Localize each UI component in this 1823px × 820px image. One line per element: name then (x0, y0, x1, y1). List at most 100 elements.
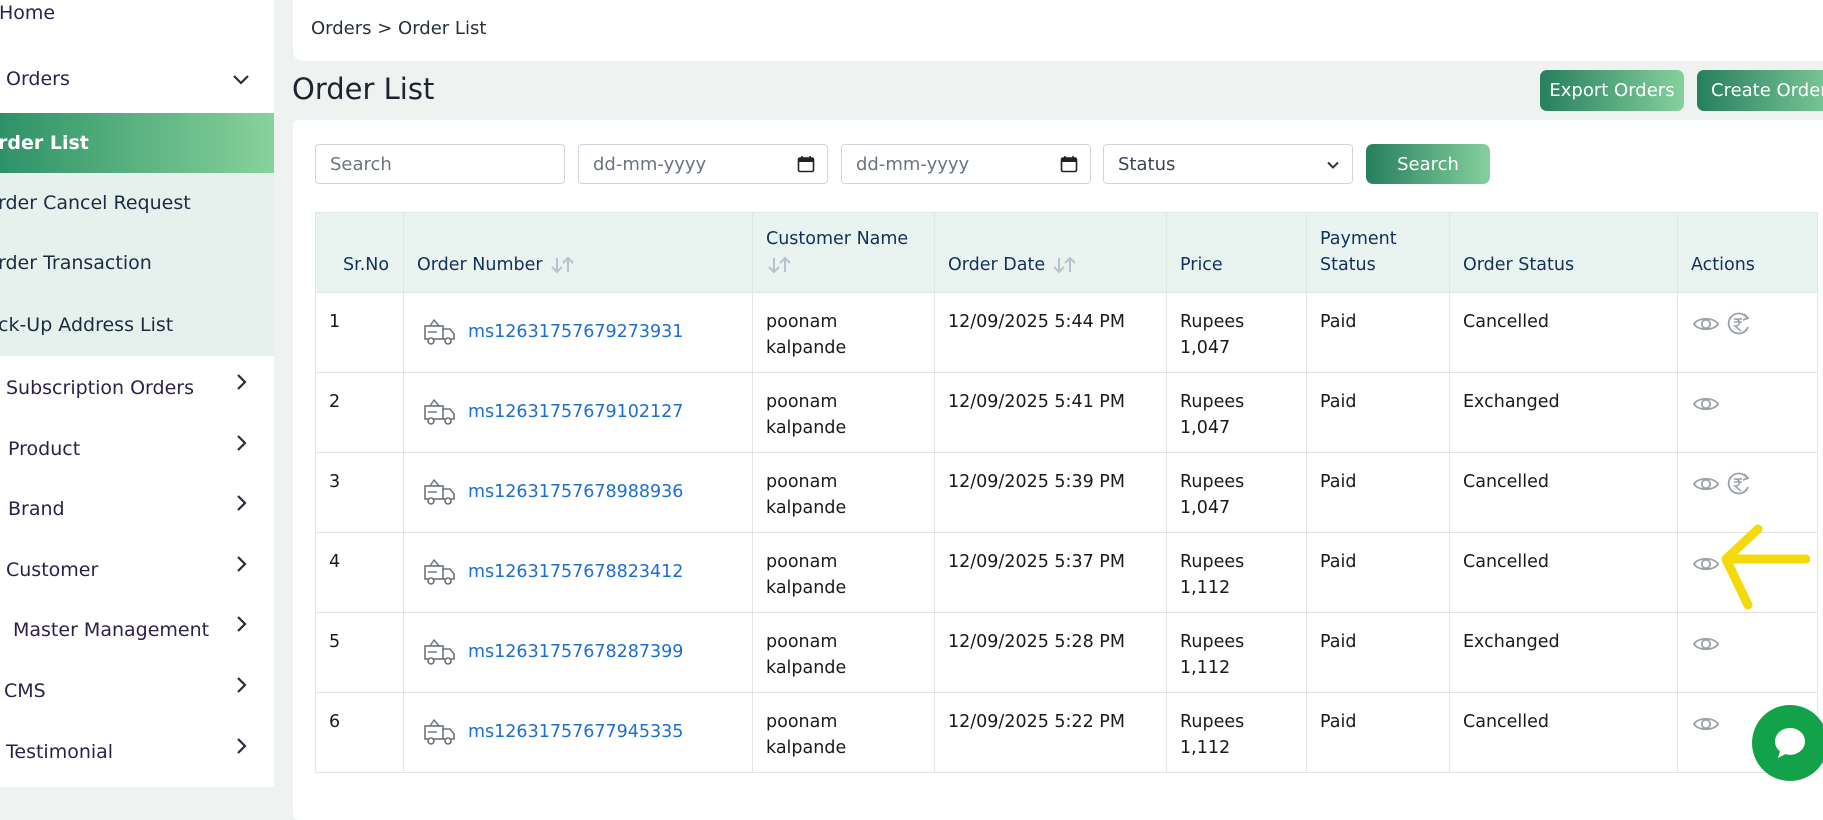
cell-order-date: 12/09/2025 5:39 PM (934, 452, 1167, 533)
cell-customer-name: poonam kalpande (752, 532, 935, 613)
cell-customer-name: poonam kalpande (752, 292, 935, 373)
annotation-arrow-icon (1721, 524, 1810, 610)
order-number-link[interactable]: ms12631757677945335 (468, 719, 683, 745)
eye-icon[interactable] (1691, 629, 1721, 659)
customer-name-text: poonam kalpande (766, 472, 847, 518)
date-from-input[interactable]: dd-mm-yyyy (578, 144, 828, 184)
order-status-text: Cancelled (1463, 312, 1550, 332)
date-to-input[interactable]: dd-mm-yyyy (841, 144, 1091, 184)
breadcrumb-bar (293, 0, 1823, 61)
sidebar-item-order-list[interactable]: rder List (0, 113, 274, 173)
status-select[interactable]: Status (1103, 144, 1353, 184)
refund-icon[interactable] (1723, 469, 1753, 499)
payment-status-text: Paid (1320, 552, 1357, 572)
order-number-link[interactable]: ms12631757679273931 (468, 319, 683, 345)
cell-srno: 2 (315, 372, 404, 453)
column-header-label: Sr.No (343, 255, 390, 275)
sidebar-item-product[interactable]: Product (0, 419, 274, 479)
chat-bubble-icon (1775, 728, 1805, 758)
sort-icon[interactable] (1051, 256, 1079, 274)
cell-price: Rupees 1,047 (1166, 372, 1307, 453)
date-to-placeholder: dd-mm-yyyy (856, 153, 970, 175)
price-text: Rupees 1,112 (1180, 712, 1245, 758)
table-row: 5 ms12631757678287399 poonam kalpande 12/09… (315, 612, 1818, 693)
sort-icon[interactable] (766, 256, 794, 274)
cell-payment-status: Paid (1306, 372, 1450, 453)
eye-icon[interactable] (1691, 309, 1721, 339)
calendar-icon[interactable] (1060, 155, 1078, 173)
search-placeholder: Search (330, 153, 392, 175)
calendar-icon[interactable] (797, 155, 815, 173)
order-date-text: 12/09/2025 5:39 PM (948, 472, 1125, 492)
payment-status-text: Paid (1320, 312, 1357, 332)
order-number-link[interactable]: ms12631757678823412 (468, 559, 683, 585)
sidebar-item-testimonial[interactable]: Testimonial (0, 722, 274, 782)
cell-actions (1677, 452, 1818, 533)
order-status-text: Cancelled (1463, 472, 1550, 492)
cell-order-status: Cancelled (1449, 532, 1678, 613)
chevron-right-icon (237, 616, 247, 632)
cell-order-date: 12/09/2025 5:28 PM (934, 612, 1167, 693)
eye-icon[interactable] (1691, 389, 1721, 419)
order-status-text: Cancelled (1463, 712, 1550, 732)
sidebar-item-orders[interactable]: Orders (0, 49, 274, 109)
export-orders-button[interactable]: Export Orders (1540, 70, 1684, 111)
search-input[interactable]: Search (315, 144, 565, 184)
order-number-link[interactable]: ms12631757678287399 (468, 639, 683, 665)
srno-text: 2 (329, 392, 341, 412)
chevron-right-icon (237, 677, 247, 693)
column-header-price: Price (1166, 212, 1307, 293)
customer-name-text: poonam kalpande (766, 552, 847, 598)
srno-text: 3 (329, 472, 341, 492)
sidebar-item-order-transaction[interactable]: rder Transaction (0, 233, 274, 293)
cell-price: Rupees 1,112 (1166, 692, 1307, 773)
page-title: Order List (292, 72, 435, 106)
cell-payment-status: Paid (1306, 292, 1450, 373)
cell-actions (1677, 372, 1818, 453)
payment-status-text: Paid (1320, 712, 1357, 732)
sort-icon[interactable] (549, 256, 577, 274)
delivery-truck-icon (424, 638, 455, 665)
sidebar-item-label: Testimonial (6, 741, 114, 763)
cell-customer-name: poonam kalpande (752, 612, 935, 693)
sidebar-item-label: Subscription Orders (6, 377, 194, 399)
price-text: Rupees 1,047 (1180, 312, 1245, 358)
order-date-text: 12/09/2025 5:41 PM (948, 392, 1125, 412)
order-status-text: Exchanged (1463, 632, 1560, 652)
sidebar-item-pickup-address-list[interactable]: ck-Up Address List (0, 293, 274, 356)
cell-order-status: Exchanged (1449, 612, 1678, 693)
column-header-label: Payment Status (1320, 229, 1397, 275)
order-number-link[interactable]: ms12631757679102127 (468, 399, 683, 425)
eye-icon[interactable] (1691, 549, 1721, 579)
cell-order-status: Exchanged (1449, 372, 1678, 453)
sidebar-item-master-management[interactable]: Master Management (0, 600, 274, 660)
column-header-label: Price (1180, 255, 1223, 275)
sidebar-item-brand[interactable]: Brand (0, 479, 274, 539)
search-button[interactable]: Search (1366, 144, 1490, 184)
sidebar-item-subscription-orders[interactable]: Subscription Orders (0, 358, 274, 418)
refund-icon[interactable] (1723, 309, 1753, 339)
delivery-truck-icon (424, 478, 455, 505)
table-row: 1 ms12631757679273931 poonam kalpande 12/09… (315, 292, 1818, 373)
eye-icon[interactable] (1691, 469, 1721, 499)
create-order-button[interactable]: Create Order (1697, 70, 1823, 111)
sidebar-item-order-cancel-request[interactable]: rder Cancel Request (0, 173, 274, 233)
sidebar-item-customer[interactable]: Customer (0, 540, 274, 600)
table-row: 4 ms12631757678823412 poonam kalpande 12/09… (315, 532, 1818, 613)
order-number-link[interactable]: ms12631757678988936 (468, 479, 683, 505)
sidebar-item-label: Product (8, 438, 81, 460)
column-header-order-number[interactable]: Order Number (403, 212, 753, 293)
cell-srno: 5 (315, 612, 404, 693)
order-date-text: 12/09/2025 5:44 PM (948, 312, 1125, 332)
sidebar-item-home[interactable]: Home (0, 0, 274, 43)
cell-price: Rupees 1,112 (1166, 612, 1307, 693)
sidebar-item-cms[interactable]: CMS (0, 661, 274, 721)
column-header-order-date[interactable]: Order Date (934, 212, 1167, 293)
eye-icon[interactable] (1691, 709, 1721, 739)
cell-order-number: ms12631757678988936 (403, 452, 753, 533)
chat-widget-button[interactable] (1752, 705, 1823, 781)
sidebar-item-label: Customer (6, 559, 99, 581)
cell-price: Rupees 1,047 (1166, 292, 1307, 373)
status-select-value: Status (1118, 153, 1176, 175)
column-header-customer-name[interactable]: Customer Name (752, 212, 935, 293)
